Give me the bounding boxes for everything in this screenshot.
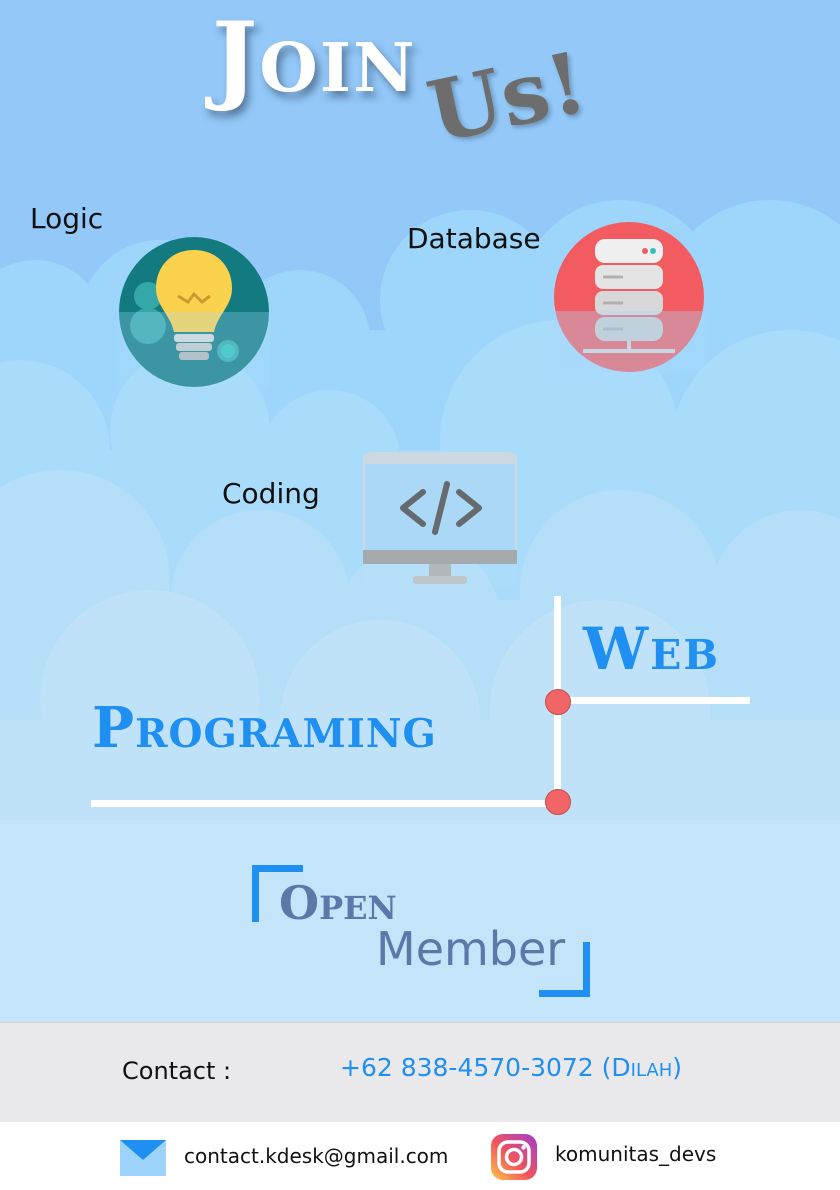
web-title: Web (583, 615, 721, 683)
close-bracket-decoration (539, 942, 590, 997)
programing-title: Programing (92, 695, 437, 761)
contact-phone[interactable]: +62 838-4570-3072 (Dilah) (340, 1053, 682, 1082)
lightbulb-icon (118, 237, 270, 388)
database-label: Database (407, 222, 541, 255)
connector-dot-bottom (545, 789, 571, 815)
join-title: Join (212, 1, 417, 114)
instagram-icon (491, 1134, 537, 1180)
connector-top-line (560, 697, 750, 704)
mail-icon (120, 1140, 166, 1176)
email-link[interactable]: contact.kdesk@gmail.com (184, 1144, 448, 1168)
logic-label: Logic (30, 202, 104, 235)
code-monitor-icon (363, 452, 517, 586)
instagram-handle[interactable]: komunitas_devs (555, 1142, 716, 1166)
connector-dot-top (545, 689, 571, 715)
contact-label: Contact : (122, 1057, 232, 1085)
member-word: Member (376, 922, 566, 976)
server-icon (553, 222, 705, 373)
connector-bottom-line (91, 800, 559, 807)
coding-label: Coding (222, 477, 320, 510)
poster: Join Us! Logic Database Coding Web Progr… (0, 0, 840, 1190)
open-word: Open (279, 876, 397, 930)
